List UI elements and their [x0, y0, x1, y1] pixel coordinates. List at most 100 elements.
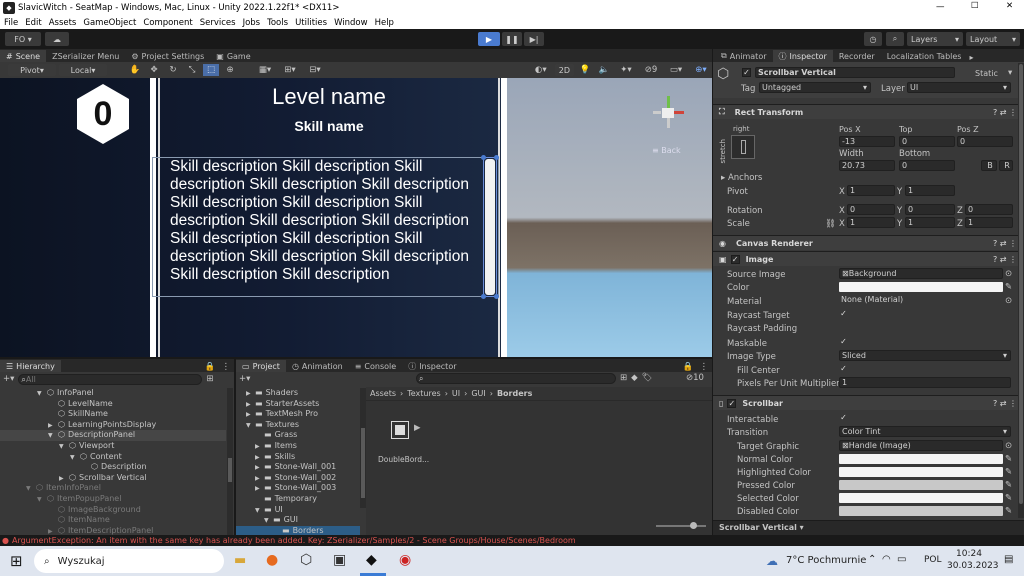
ppu-field[interactable]: 1 — [839, 377, 1011, 388]
project-folder-item[interactable]: ▶ ▬ Items — [236, 441, 360, 452]
tab-animation[interactable]: ◷ Animation — [286, 360, 349, 372]
object-name-field[interactable]: Scrollbar Vertical — [755, 67, 955, 78]
component-menu-icon[interactable]: ? ⇄ ⋮ — [993, 399, 1017, 408]
taskbar-search[interactable]: ⌕ Wyszukaj — [34, 549, 224, 573]
weather-cloud-icon[interactable]: ☁ — [766, 554, 778, 568]
firefox-icon[interactable]: ● — [266, 552, 278, 568]
layers-dropdown[interactable]: Layers ▾ — [907, 32, 963, 46]
status-bar[interactable]: ● ArgumentException: An item with the sa… — [0, 535, 1024, 546]
pivot-toggle[interactable]: Pivot ▾ — [8, 64, 56, 76]
folder-arrow-icon[interactable]: ▶ — [255, 442, 264, 453]
grid-snap-icon[interactable]: ▦▾ — [254, 65, 276, 75]
breadcrumb-ui[interactable]: UI — [452, 389, 460, 398]
project-folder-item[interactable]: ▼ ▬ Textures — [236, 420, 360, 431]
effects-toggle-icon[interactable]: ✦▾ — [615, 65, 637, 75]
status-error-text[interactable]: ArgumentException: An item with the same… — [12, 536, 576, 545]
selected-color-swatch[interactable] — [839, 493, 1003, 503]
color-swatch[interactable] — [839, 282, 1003, 292]
eyedropper-icon[interactable]: ✎ — [1005, 467, 1012, 477]
raw-edit-button[interactable]: R — [999, 160, 1013, 171]
hierarchy-item[interactable]: ⬡ Description — [0, 462, 226, 473]
camera-icon[interactable]: ▭▾ — [665, 65, 687, 75]
hierarchy-search-input[interactable]: ⌕All — [18, 373, 203, 385]
project-folder-item[interactable]: ▼ ▬ UI — [236, 505, 360, 516]
scrollbar-header[interactable]: ▯ ✓ Scrollbar ? ⇄ ⋮ — [713, 395, 1024, 410]
menu-gameobject[interactable]: GameObject — [83, 18, 136, 28]
undo-history-button[interactable]: ◷ — [864, 32, 882, 46]
project-folder-item[interactable]: ▶ ▬ Stone-Wall_003 — [236, 483, 360, 494]
posx-field[interactable]: -13 — [839, 136, 895, 147]
play-preview-icon[interactable]: ▶ — [414, 423, 421, 433]
component-menu-icon[interactable]: ? ⇄ ⋮ — [993, 108, 1017, 117]
hierarchy-scrollbar[interactable] — [227, 388, 233, 535]
tab-localization-tables[interactable]: Localization Tables — [881, 50, 968, 62]
expand-arrow-icon[interactable]: ▼ — [37, 389, 47, 400]
breadcrumb-gui[interactable]: GUI — [471, 389, 485, 398]
tab-project[interactable]: ▭ Project — [236, 360, 286, 372]
play-button[interactable]: ▶ — [478, 32, 500, 46]
eyedropper-icon[interactable]: ✎ — [1005, 506, 1012, 516]
hierarchy-item[interactable]: ⬡ SkillName — [0, 409, 226, 420]
notifications-icon[interactable]: ▤ — [1004, 554, 1013, 565]
hierarchy-item[interactable]: ▶ ⬡ LearningPointsDisplay — [0, 420, 226, 431]
scale-y-field[interactable]: 1 — [905, 217, 955, 228]
collapse-arrow-icon[interactable]: ▶ — [48, 527, 58, 535]
project-folder-item[interactable]: ▶ ▬ Skills — [236, 452, 360, 463]
menu-help[interactable]: Help — [375, 18, 394, 28]
project-search-input[interactable]: ⌕ — [416, 373, 616, 384]
menu-utilities[interactable]: Utilities — [295, 18, 327, 28]
minimize-button[interactable]: — — [936, 2, 945, 12]
rect-tool-icon[interactable]: ⬚ — [203, 64, 219, 76]
link-icon[interactable]: ⛓ — [825, 219, 836, 229]
blueprint-mode-button[interactable]: B — [981, 160, 997, 171]
project-folder-item[interactable]: ▶ ▬ StarterAssets — [236, 399, 360, 410]
project-folder-item[interactable]: ▬ Grass — [236, 430, 360, 441]
eyedropper-icon[interactable]: ✎ — [1005, 282, 1012, 292]
clock-time[interactable]: 10:24 — [956, 549, 982, 559]
project-folder-item[interactable]: ▶ ▬ Stone-Wall_002 — [236, 473, 360, 484]
posz-field[interactable]: 0 — [957, 136, 1013, 147]
more-icon[interactable]: ⋮ — [700, 362, 709, 372]
hierarchy-item[interactable]: ▼ ⬡ ItemInfoPanel — [0, 483, 226, 494]
rotation-x-field[interactable]: 0 — [847, 204, 895, 215]
material-field[interactable]: None (Material) — [839, 295, 1003, 306]
gizmos-icon[interactable]: ⊕▾ — [690, 65, 712, 75]
project-folder-item[interactable]: ▼ ▬ GUI — [236, 515, 360, 526]
unity-hub-icon[interactable]: ⬡ — [300, 552, 312, 568]
hierarchy-item[interactable]: ▼ ⬡ Viewport — [0, 441, 226, 452]
menu-edit[interactable]: Edit — [25, 18, 41, 28]
cloud-button[interactable]: ☁ — [45, 32, 69, 46]
unity-editor-icon[interactable]: ◆ — [366, 552, 377, 568]
tray-overflow-icon[interactable]: ⌃ — [868, 554, 876, 565]
step-button[interactable]: ▶| — [524, 32, 544, 46]
menu-component[interactable]: Component — [143, 18, 192, 28]
tab-game[interactable]: ▣ Game — [210, 50, 256, 62]
snap-increment-icon[interactable]: ⊞▾ — [279, 65, 301, 75]
project-folder-item[interactable]: ▬ Temporary — [236, 494, 360, 505]
eyedropper-icon[interactable]: ✎ — [1005, 480, 1012, 490]
raycast-target-checkbox[interactable]: ✓ — [839, 310, 848, 319]
image-header[interactable]: ▣ ✓ Image ? ⇄ ⋮ — [713, 251, 1024, 266]
scrollbar-handle[interactable] — [485, 159, 495, 295]
scale-z-field[interactable]: 1 — [965, 217, 1013, 228]
component-menu-icon[interactable]: ? ⇄ ⋮ — [993, 255, 1017, 264]
menu-assets[interactable]: Assets — [49, 18, 77, 28]
eyedropper-icon[interactable]: ✎ — [1005, 493, 1012, 503]
hierarchy-item[interactable]: ▼ ⬡ DescriptionPanel — [0, 430, 226, 441]
language-indicator[interactable]: POL — [924, 555, 942, 565]
object-picker-icon[interactable]: ⊙ — [1005, 441, 1012, 451]
folder-arrow-icon[interactable]: ▼ — [246, 421, 255, 432]
interactable-checkbox[interactable]: ✓ — [839, 414, 848, 423]
expand-arrow-icon[interactable]: ▼ — [48, 431, 58, 442]
recorder-icon[interactable]: ◉ — [399, 552, 411, 568]
scrollbar-enabled-checkbox[interactable]: ✓ — [727, 398, 737, 408]
tab-inspector[interactable]: ⓘ Inspector — [772, 50, 833, 62]
close-button[interactable]: ✕ — [1006, 1, 1013, 11]
pivot-y-field[interactable]: 1 — [905, 185, 955, 196]
wifi-icon[interactable]: ◠ — [882, 554, 891, 565]
account-dropdown[interactable]: FO ▾ — [5, 32, 41, 46]
image-type-dropdown[interactable]: Sliced ▾ — [839, 350, 1011, 361]
anchors-foldout[interactable]: ▸ Anchors — [721, 173, 762, 183]
source-image-field[interactable]: ⊠Background — [839, 268, 1003, 279]
mode-2d-button[interactable]: 2D — [554, 64, 574, 76]
